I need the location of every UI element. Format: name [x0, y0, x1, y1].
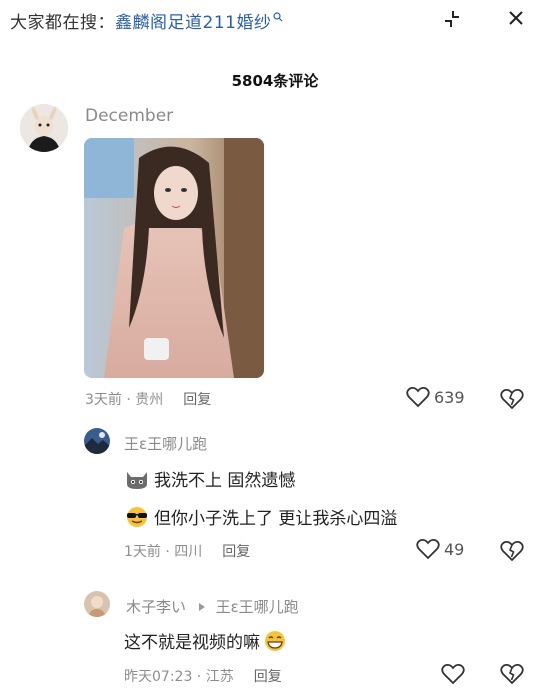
search-suggestion[interactable]: 大家都在搜：鑫麟阁足道211婚纱	[10, 8, 283, 33]
reply-button[interactable]: 回复	[183, 392, 211, 408]
reply-arrow-icon	[198, 603, 205, 611]
dislike-button[interactable]	[500, 540, 524, 566]
like-button[interactable]: 639	[406, 386, 465, 408]
reply-line-1: 这不就是视频的嘛	[124, 633, 260, 653]
comment-time-location: 3天前 · 贵州	[85, 392, 164, 408]
broken-heart-icon	[500, 541, 524, 562]
like-button[interactable]	[441, 663, 469, 685]
close-button[interactable]	[501, 2, 531, 32]
avatar[interactable]	[84, 428, 110, 454]
comment-username[interactable]: December	[85, 106, 173, 126]
avatar[interactable]	[20, 104, 68, 152]
broken-heart-icon	[500, 664, 524, 685]
search-icon	[273, 12, 283, 22]
dislike-button[interactable]	[500, 388, 524, 414]
reply-button[interactable]: 回复	[254, 669, 282, 685]
reply-time-location: 昨天07:23 · 江苏	[124, 669, 234, 685]
reply-meta: 昨天07:23 · 江苏 回复	[124, 666, 282, 686]
comment-image[interactable]	[84, 138, 264, 378]
person-avatar-icon	[84, 591, 110, 617]
close-icon	[509, 11, 523, 25]
like-count: 639	[434, 387, 465, 407]
reply-line-2: 但你小子洗上了 更让我杀心四溢	[154, 509, 398, 529]
broken-heart-icon	[500, 389, 524, 410]
search-prefix-label: 大家都在搜：	[10, 13, 115, 33]
photo-of-woman-icon	[84, 138, 264, 378]
cat-face-emoji-icon	[127, 471, 147, 489]
like-count: 49	[444, 539, 465, 559]
reply-username-line: 木子李い 王ε王哪儿跑	[126, 596, 299, 617]
collapse-icon	[445, 11, 459, 27]
reply-button[interactable]: 回复	[222, 544, 250, 560]
rabbit-avatar-icon	[20, 104, 68, 152]
comment-count-title: 5804条评论	[231, 72, 319, 90]
reply-username[interactable]: 王ε王哪儿跑	[124, 433, 207, 454]
comment-meta: 3天前 · 贵州 回复	[85, 389, 211, 409]
search-term-link[interactable]: 鑫麟阁足道211婚纱	[115, 13, 271, 33]
landscape-avatar-icon	[84, 428, 110, 454]
grinning-emoji-icon	[265, 630, 285, 651]
collapse-button[interactable]	[437, 4, 467, 34]
top-bar: 大家都在搜：鑫麟阁足道211婚纱	[0, 0, 550, 40]
avatar[interactable]	[84, 591, 110, 617]
reply-line-1: 我洗不上 固然遗憾	[154, 471, 296, 491]
like-button[interactable]: 49	[416, 538, 464, 560]
heart-icon	[406, 387, 430, 408]
reply-to-username[interactable]: 王ε王哪儿跑	[216, 598, 299, 616]
reply-meta: 1天前 · 四川 回复	[124, 541, 250, 561]
sunglasses-emoji-icon	[127, 506, 147, 527]
reply-username[interactable]: 木子李い	[126, 598, 186, 616]
reply-text-line: 这不就是视频的嘛	[124, 628, 292, 653]
reply-time-location: 1天前 · 四川	[124, 544, 203, 560]
reply-text-line: 但你小子洗上了 更让我杀心四溢	[124, 504, 397, 529]
heart-icon	[441, 664, 465, 685]
heart-icon	[416, 539, 440, 560]
dislike-button[interactable]	[500, 663, 524, 688]
reply-text-line: 我洗不上 固然遗憾	[124, 466, 295, 491]
